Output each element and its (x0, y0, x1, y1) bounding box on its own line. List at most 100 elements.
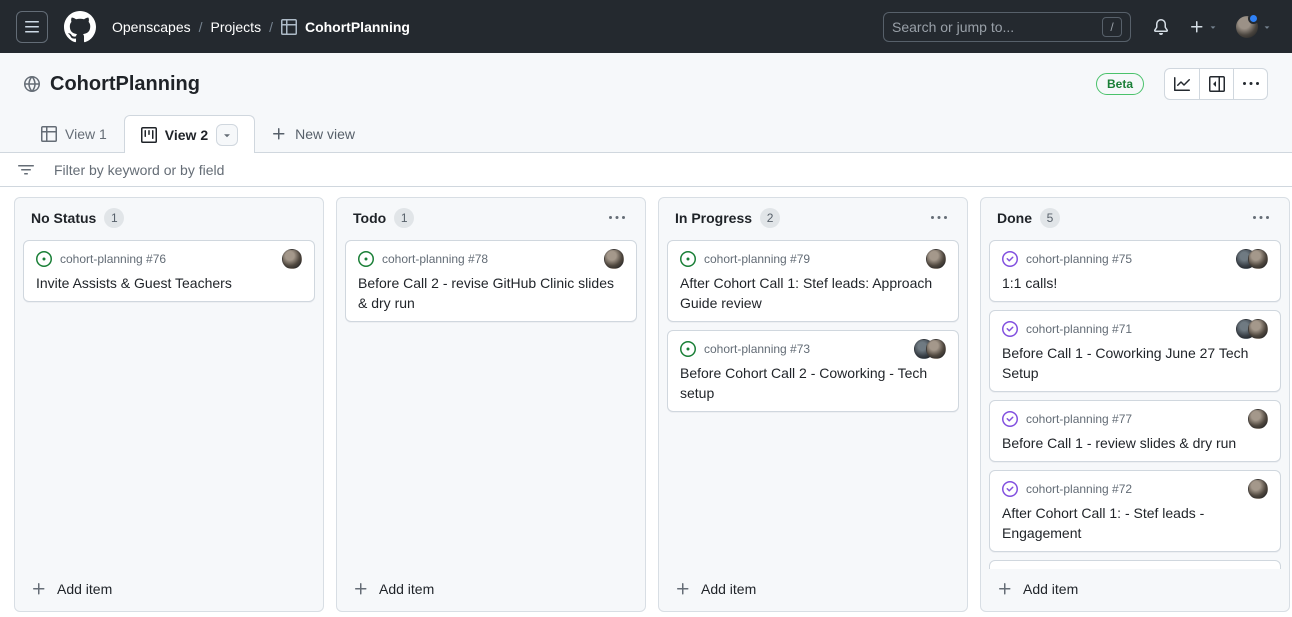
column-header: Done 5 (981, 198, 1289, 236)
issue-card[interactable]: cohort-planning #74 Before Cohort Call 2… (989, 560, 1281, 569)
github-logo[interactable] (64, 11, 96, 43)
add-item-button[interactable]: Add item (989, 575, 1281, 603)
assignee-avatars[interactable] (1248, 479, 1268, 499)
global-menu-button[interactable] (16, 11, 48, 43)
breadcrumb-project-label: CohortPlanning (305, 19, 410, 35)
add-item-label: Add item (701, 581, 756, 597)
card-top: cohort-planning #75 (1002, 249, 1268, 269)
assignee-avatars[interactable] (1236, 319, 1268, 339)
column-footer: Add item (15, 569, 323, 611)
plus-icon (271, 126, 287, 142)
project-header: CohortPlanning Beta (0, 53, 1292, 115)
assignee-avatars[interactable] (926, 249, 946, 269)
view-tabs: View 1 View 2 New view (0, 115, 1292, 153)
hamburger-icon (24, 19, 40, 35)
column-count-badge: 5 (1040, 208, 1060, 228)
column-menu-button[interactable] (605, 208, 629, 228)
board: No Status 1 cohort-planning #76 Invite A… (0, 187, 1292, 617)
column-menu-button[interactable] (1249, 208, 1273, 228)
triangle-down-icon (221, 129, 233, 141)
filter-input[interactable] (54, 162, 1274, 178)
plus-icon (997, 581, 1013, 597)
tab-view-1-label: View 1 (65, 126, 107, 142)
assignee-avatar (282, 249, 302, 269)
add-item-button[interactable]: Add item (345, 575, 637, 603)
github-mark-icon (64, 11, 96, 43)
side-panel-button[interactable] (1199, 69, 1233, 99)
issue-card[interactable]: cohort-planning #78 Before Call 2 - revi… (345, 240, 637, 322)
issue-closed-icon (1002, 321, 1018, 337)
issue-open-icon (358, 251, 374, 267)
table-view-icon (41, 126, 57, 142)
card-top: cohort-planning #76 (36, 249, 302, 269)
column-cards: cohort-planning #76 Invite Assists & Gue… (15, 236, 323, 569)
card-top: cohort-planning #72 (1002, 479, 1268, 499)
column-menu-button[interactable] (927, 208, 951, 228)
breadcrumb-project-link[interactable]: CohortPlanning (281, 19, 410, 35)
view-options-button[interactable] (216, 124, 238, 146)
issue-title: Before Cohort Call 2 - Coworking - Tech … (680, 363, 946, 403)
kebab-menu-icon (1253, 210, 1269, 226)
issue-title: Invite Assists & Guest Teachers (36, 273, 302, 293)
bell-icon (1153, 19, 1169, 35)
issue-card[interactable]: cohort-planning #75 1:1 calls! (989, 240, 1281, 302)
breadcrumb-projects-link[interactable]: Projects (211, 19, 262, 35)
board-column-todo: Todo 1 cohort-planning #78 Before Call 2… (336, 197, 646, 612)
issue-card[interactable]: cohort-planning #73 Before Cohort Call 2… (667, 330, 959, 412)
issue-card[interactable]: cohort-planning #77 Before Call 1 - revi… (989, 400, 1281, 462)
project-menu-button[interactable] (1233, 69, 1267, 99)
column-count-badge: 1 (394, 208, 414, 228)
issue-card[interactable]: cohort-planning #72 After Cohort Call 1:… (989, 470, 1281, 552)
issue-ref: cohort-planning #77 (1026, 412, 1240, 426)
column-count-badge: 1 (104, 208, 124, 228)
issue-ref: cohort-planning #75 (1026, 252, 1228, 266)
column-header: In Progress 2 (659, 198, 967, 236)
breadcrumb: Openscapes / Projects / CohortPlanning (112, 19, 410, 35)
insights-graph-icon (1174, 76, 1190, 92)
global-search[interactable]: / (883, 12, 1131, 42)
breadcrumb-org-link[interactable]: Openscapes (112, 19, 191, 35)
assignee-avatars[interactable] (914, 339, 946, 359)
user-menu-button[interactable] (1232, 12, 1276, 42)
issue-closed-icon (1002, 411, 1018, 427)
issue-title: After Cohort Call 1: - Stef leads - Enga… (1002, 503, 1268, 543)
board-view-icon (141, 127, 157, 143)
assignee-avatars[interactable] (1248, 409, 1268, 429)
issue-open-icon (680, 251, 696, 267)
card-top: cohort-planning #73 (680, 339, 946, 359)
kebab-menu-icon (1243, 76, 1259, 92)
assignee-avatar (1248, 249, 1268, 269)
insights-button[interactable] (1165, 69, 1199, 99)
issue-ref: cohort-planning #71 (1026, 322, 1228, 336)
breadcrumb-separator: / (269, 19, 273, 35)
caret-down-icon (1262, 22, 1272, 32)
breadcrumb-separator: / (199, 19, 203, 35)
column-footer: Add item (337, 569, 645, 611)
column-footer: Add item (981, 569, 1289, 611)
add-item-button[interactable]: Add item (23, 575, 315, 603)
create-new-button[interactable] (1183, 13, 1224, 41)
column-header: Todo 1 (337, 198, 645, 236)
tab-view-2[interactable]: View 2 (124, 115, 255, 153)
filter-bar (0, 153, 1292, 187)
issue-title: 1:1 calls! (1002, 273, 1268, 293)
assignee-avatars[interactable] (282, 249, 302, 269)
search-input[interactable] (892, 19, 1094, 35)
new-view-button[interactable]: New view (255, 115, 371, 152)
issue-card[interactable]: cohort-planning #79 After Cohort Call 1:… (667, 240, 959, 322)
issue-card[interactable]: cohort-planning #76 Invite Assists & Gue… (23, 240, 315, 302)
add-item-label: Add item (1023, 581, 1078, 597)
issue-card[interactable]: cohort-planning #71 Before Call 1 - Cowo… (989, 310, 1281, 392)
plus-icon (31, 581, 47, 597)
notifications-button[interactable] (1147, 13, 1175, 41)
issue-title: After Cohort Call 1: Stef leads: Approac… (680, 273, 946, 313)
column-cards: cohort-planning #78 Before Call 2 - revi… (337, 236, 645, 569)
tab-view-1[interactable]: View 1 (24, 115, 124, 152)
project-actions-group (1164, 68, 1268, 100)
assignee-avatars[interactable] (604, 249, 624, 269)
card-top: cohort-planning #71 (1002, 319, 1268, 339)
issue-ref: cohort-planning #79 (704, 252, 918, 266)
assignee-avatars[interactable] (1236, 249, 1268, 269)
add-item-button[interactable]: Add item (667, 575, 959, 603)
column-cards: cohort-planning #79 After Cohort Call 1:… (659, 236, 967, 569)
